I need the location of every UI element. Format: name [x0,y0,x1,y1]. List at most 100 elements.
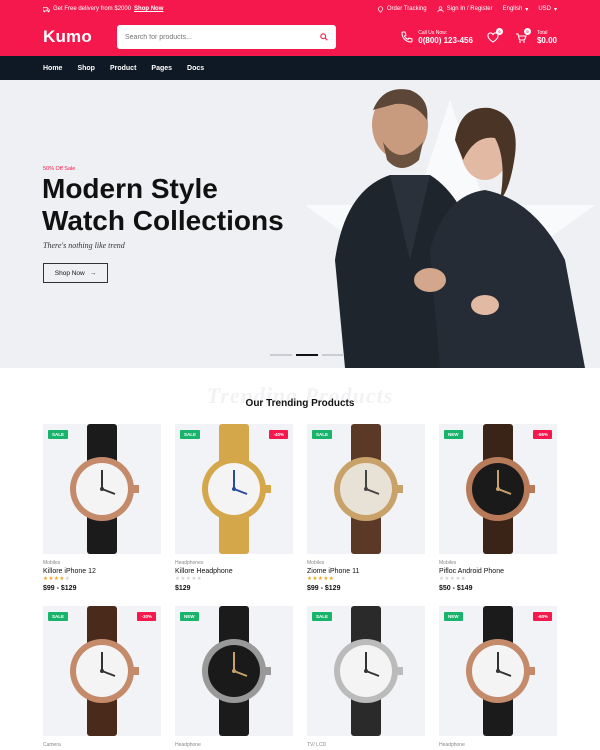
product-image[interactable]: SALE -40% [175,424,293,554]
watch-image [70,606,139,736]
watch-image [202,606,271,736]
watch-image [70,424,139,554]
truck-icon [43,6,50,12]
tag-sale: SALE [48,430,69,439]
search-input[interactable] [125,33,305,41]
call-us: Call Us Now: 0(800) 123-456 [401,30,473,45]
product-category: Headphone [175,742,201,748]
nav-shop[interactable]: Shop [77,65,95,72]
product-price: $50 - $149 [439,585,473,592]
product-image[interactable]: NEW [175,606,293,736]
sign-in-link[interactable]: Sign In / Register [436,5,493,13]
cart-total[interactable]: Total $0.00 [537,30,557,45]
language-selector[interactable]: English ▾ [503,6,529,13]
slider-dot-active[interactable] [296,354,318,356]
location-icon [377,5,383,13]
product-name[interactable]: Killore Headphone [175,568,293,575]
phone-icon [401,31,413,43]
tag-sale: SALE [48,612,69,621]
tag-discount: -40% [269,430,288,439]
total-amount: $0.00 [536,35,557,45]
product-category: Mobiles [43,560,61,566]
rating-stars: ★★★★★ [43,576,71,582]
product-card[interactable]: SALE-30% Camera ★★★★★ [43,606,161,750]
slider-dot[interactable] [322,354,344,356]
product-image[interactable]: SALE -30% [43,606,161,736]
nav-home[interactable]: Home [43,65,62,72]
product-image[interactable]: SALE [43,424,161,554]
watch-image [202,424,271,554]
tag-discount: -55% [533,430,552,439]
product-image[interactable]: NEW -55% [439,424,557,554]
product-price: $129 [175,585,191,592]
nav-pages[interactable]: Pages [151,65,172,72]
rating-stars: ★★★★★ [439,576,467,582]
product-image[interactable]: SALE [307,424,425,554]
tag-sale: SALE [312,612,333,621]
product-card[interactable]: SALE TV/ LCD ★★★★★ [307,606,425,750]
hero-title-line1: Modern Style [42,173,218,204]
promo-message: Get Free delivery from $2000 Shop Now [43,6,163,13]
rating-stars: ★★★★★ [307,576,335,582]
product-card[interactable]: NEW Headphone ★★★★★ [175,606,293,750]
hero-offer: 50% Off Sale [43,166,76,172]
top-bar: Get Free delivery from $2000 Shop Now Or… [0,0,600,18]
product-name[interactable]: Pifloc Android Phone [439,568,557,575]
sign-in-label: Sign In / Register [446,6,493,12]
watch-image [334,424,403,554]
order-tracking-label: Order Tracking [386,6,427,12]
watch-image [334,606,403,736]
product-card[interactable]: SALE -40% Headphones Killore Headphone ★★… [175,424,293,592]
currency-selector[interactable]: USD ▾ [538,6,557,13]
tag-sale: SALE [312,430,333,439]
shop-now-button[interactable]: Shop Now → [43,263,108,283]
tag-discount: -30% [137,612,156,621]
call-number[interactable]: 0(800) 123-456 [418,36,473,45]
main-header: Kumo Call Us Now: 0(800) 123-456 0 0 Tot… [0,18,600,56]
arrow-right-icon: → [89,269,97,277]
hero-title-line2: Watch Collections [42,205,284,236]
product-category: Mobiles [307,560,325,566]
tag-new: NEW [444,430,463,439]
watch-image [466,424,535,554]
shop-now-link[interactable]: Shop Now [134,6,163,12]
cart-button[interactable]: 0 [515,28,531,43]
shop-now-label: Shop Now [54,269,85,277]
hero-title: Modern Style Watch Collections [42,173,302,237]
slider-dot[interactable] [270,354,292,356]
product-image[interactable]: SALE [307,606,425,736]
order-tracking-link[interactable]: Order Tracking [377,5,427,13]
trending-title: Our Trending Products [245,398,355,409]
product-card[interactable]: SALE Mobiles Ziome iPhone 11 ★★★★★ $99 -… [307,424,425,592]
hero-banner: 50% Off Sale Modern Style Watch Collecti… [0,80,600,368]
cart-count: 0 [523,28,531,35]
chevron-down-icon: ▾ [525,6,529,13]
product-category: Mobiles [439,560,457,566]
search-icon[interactable] [320,33,328,41]
nav-docs[interactable]: Docs [187,65,204,72]
tag-new: NEW [444,612,463,621]
chevron-down-icon: ▾ [553,6,557,13]
product-category: TV/ LCD [307,742,327,748]
tag-new: NEW [180,612,199,621]
rating-stars: ★★★★★ [175,576,203,582]
logo[interactable]: Kumo [43,27,117,47]
product-name[interactable]: Ziome iPhone 11 [307,568,425,575]
tag-sale: SALE [180,430,201,439]
main-nav: Home Shop Product Pages Docs [0,56,600,80]
product-card[interactable]: SALE Mobiles Killore iPhone 12 ★★★★★ $99… [43,424,161,592]
nav-product[interactable]: Product [110,65,136,72]
watch-image [466,606,535,736]
hero-subtitle: There's nothing like trend [43,241,125,250]
product-card[interactable]: NEW-60% Headphone ★★★★★ [439,606,557,750]
user-icon [436,5,444,12]
search-box [117,25,336,49]
wishlist-count: 0 [495,28,503,35]
product-name[interactable]: Killore iPhone 12 [43,568,161,575]
hero-models-image [335,89,585,368]
product-category: Camera [43,742,61,748]
product-card[interactable]: NEW -55% Mobiles Pifloc Android Phone ★★★… [439,424,557,592]
promo-text: Get Free delivery from $2000 [53,6,132,12]
product-image[interactable]: NEW -60% [439,606,557,736]
wishlist-button[interactable]: 0 [487,28,503,43]
